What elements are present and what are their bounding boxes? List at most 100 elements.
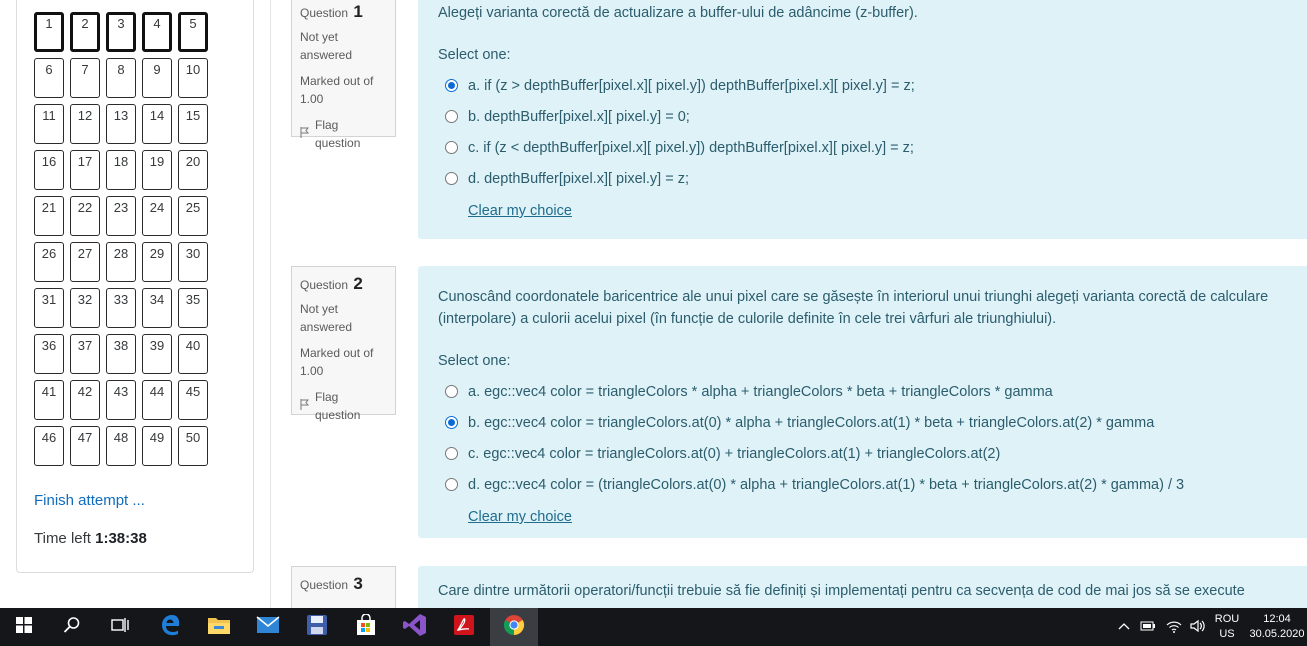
question-nav-button[interactable]: 27 — [70, 242, 100, 282]
question-nav-button[interactable]: 14 — [142, 104, 172, 144]
question-nav-button[interactable]: 30 — [178, 242, 208, 282]
question-nav-button[interactable]: 24 — [142, 196, 172, 236]
flag-icon — [300, 397, 310, 415]
question-nav-button[interactable]: 17 — [70, 150, 100, 190]
question-nav-button[interactable]: 25 — [178, 196, 208, 236]
answer-option[interactable]: b. egc::vec4 color = triangleColors.at(0… — [438, 407, 1287, 438]
radio-button[interactable] — [445, 110, 458, 123]
question-nav-button[interactable]: 3 — [106, 12, 136, 52]
store-button[interactable] — [342, 608, 390, 646]
question-nav-button[interactable]: 20 — [178, 150, 208, 190]
windows-start-button[interactable] — [0, 608, 48, 646]
file-explorer-button[interactable] — [195, 608, 243, 646]
show-hidden-icons-icon[interactable] — [1118, 621, 1130, 633]
question-nav-button[interactable]: 31 — [34, 288, 64, 328]
visual-studio-button[interactable] — [391, 608, 439, 646]
question-nav-button[interactable]: 9 — [142, 58, 172, 98]
system-tray — [1118, 608, 1206, 646]
question-nav-button[interactable]: 41 — [34, 380, 64, 420]
question-nav-button[interactable]: 45 — [178, 380, 208, 420]
answer-option[interactable]: c. egc::vec4 color = triangleColors.at(0… — [438, 438, 1287, 469]
volume-icon[interactable] — [1190, 619, 1206, 636]
question-nav-button[interactable]: 16 — [34, 150, 64, 190]
wifi-icon[interactable] — [1166, 619, 1182, 636]
question-nav-button[interactable]: 42 — [70, 380, 100, 420]
question-nav-button[interactable]: 12 — [70, 104, 100, 144]
question-nav-button[interactable]: 36 — [34, 334, 64, 374]
chrome-button[interactable] — [490, 608, 538, 646]
mail-button[interactable] — [244, 608, 292, 646]
flag-question-button[interactable]: Flag question — [300, 388, 387, 424]
question-nav-button[interactable]: 29 — [142, 242, 172, 282]
question-nav-button[interactable]: 6 — [34, 58, 64, 98]
question-nav-button[interactable]: 46 — [34, 426, 64, 466]
battery-icon[interactable] — [1140, 621, 1156, 634]
question-nav-button[interactable]: 34 — [142, 288, 172, 328]
save-app-button[interactable] — [293, 608, 341, 646]
question-nav-button[interactable]: 49 — [142, 426, 172, 466]
question-nav-button[interactable]: 23 — [106, 196, 136, 236]
question-nav-button[interactable]: 50 — [178, 426, 208, 466]
question-nav-button[interactable]: 7 — [70, 58, 100, 98]
question-nav-button[interactable]: 37 — [70, 334, 100, 374]
question-nav-button[interactable]: 19 — [142, 150, 172, 190]
radio-button[interactable] — [445, 416, 458, 429]
question-nav-button[interactable]: 18 — [106, 150, 136, 190]
answer-option[interactable]: a. if (z > depthBuffer[pixel.x][ pixel.y… — [438, 70, 1287, 101]
question-nav-button[interactable]: 39 — [142, 334, 172, 374]
question-nav-button[interactable]: 44 — [142, 380, 172, 420]
question-nav-button[interactable]: 28 — [106, 242, 136, 282]
question-nav-button[interactable]: 32 — [70, 288, 100, 328]
answer-option[interactable]: a. egc::vec4 color = triangleColors * al… — [438, 376, 1287, 407]
radio-button[interactable] — [445, 172, 458, 185]
taskbar-clock[interactable]: 12:04 30.05.2020 — [1249, 612, 1305, 642]
finish-attempt-link[interactable]: Finish attempt ... — [34, 492, 145, 509]
radio-button[interactable] — [445, 447, 458, 460]
question-nav-button[interactable]: 13 — [106, 104, 136, 144]
flag-question-button[interactable]: Flag question — [300, 116, 387, 152]
clear-choice-link[interactable]: Clear my choice — [468, 200, 1287, 222]
question-nav-button[interactable]: 33 — [106, 288, 136, 328]
question-nav-button[interactable]: 2 — [70, 12, 100, 52]
select-one-label: Select one: — [438, 353, 511, 369]
answer-option[interactable]: c. if (z < depthBuffer[pixel.x][ pixel.y… — [438, 132, 1287, 163]
question-nav-button[interactable]: 5 — [178, 12, 208, 52]
edge-button[interactable] — [147, 608, 195, 646]
question-nav-button[interactable]: 15 — [178, 104, 208, 144]
input-language-indicator[interactable]: ROU US — [1212, 612, 1242, 642]
search-button[interactable] — [48, 608, 96, 646]
question-nav-button[interactable]: 26 — [34, 242, 64, 282]
question-nav-button[interactable]: 1 — [34, 12, 64, 52]
question-nav-button[interactable]: 8 — [106, 58, 136, 98]
question-nav-button[interactable]: 22 — [70, 196, 100, 236]
question-state: Not yet answered — [300, 302, 353, 334]
question-nav-button[interactable]: 10 — [178, 58, 208, 98]
radio-button[interactable] — [445, 79, 458, 92]
language-code: ROU — [1214, 613, 1240, 625]
radio-button[interactable] — [445, 478, 458, 491]
radio-button[interactable] — [445, 385, 458, 398]
question-nav-button[interactable]: 47 — [70, 426, 100, 466]
question-nav-button[interactable]: 35 — [178, 288, 208, 328]
question-nav-button[interactable]: 43 — [106, 380, 136, 420]
answer-option[interactable]: d. egc::vec4 color = (triangleColors.at(… — [438, 469, 1287, 500]
question-nav-button[interactable]: 38 — [106, 334, 136, 374]
flag-question-label: Flag question — [315, 118, 361, 150]
question-info-2: Question 2 Not yet answered Marked out o… — [291, 266, 396, 422]
answer-option[interactable]: d. depthBuffer[pixel.x][ pixel.y] = z; — [438, 163, 1287, 194]
question-nav-button[interactable]: 4 — [142, 12, 172, 52]
clear-choice-link[interactable]: Clear my choice — [468, 506, 1287, 528]
radio-button[interactable] — [445, 141, 458, 154]
task-view-button[interactable] — [96, 608, 144, 646]
question-prompt: Care dintre următorii operatori/funcții … — [438, 583, 1245, 599]
question-nav-button[interactable]: 48 — [106, 426, 136, 466]
question-state: Not yet answered — [300, 30, 353, 62]
acrobat-button[interactable] — [440, 608, 488, 646]
question-nav-button[interactable]: 21 — [34, 196, 64, 236]
select-one-label: Select one: — [438, 47, 511, 63]
answer-options: a. if (z > depthBuffer[pixel.x][ pixel.y… — [438, 70, 1287, 194]
question-nav-button[interactable]: 40 — [178, 334, 208, 374]
question-nav-button[interactable]: 11 — [34, 104, 64, 144]
answer-option[interactable]: b. depthBuffer[pixel.x][ pixel.y] = 0; — [438, 101, 1287, 132]
question-content-2: Cunoscând coordonatele baricentrice ale … — [418, 266, 1307, 538]
